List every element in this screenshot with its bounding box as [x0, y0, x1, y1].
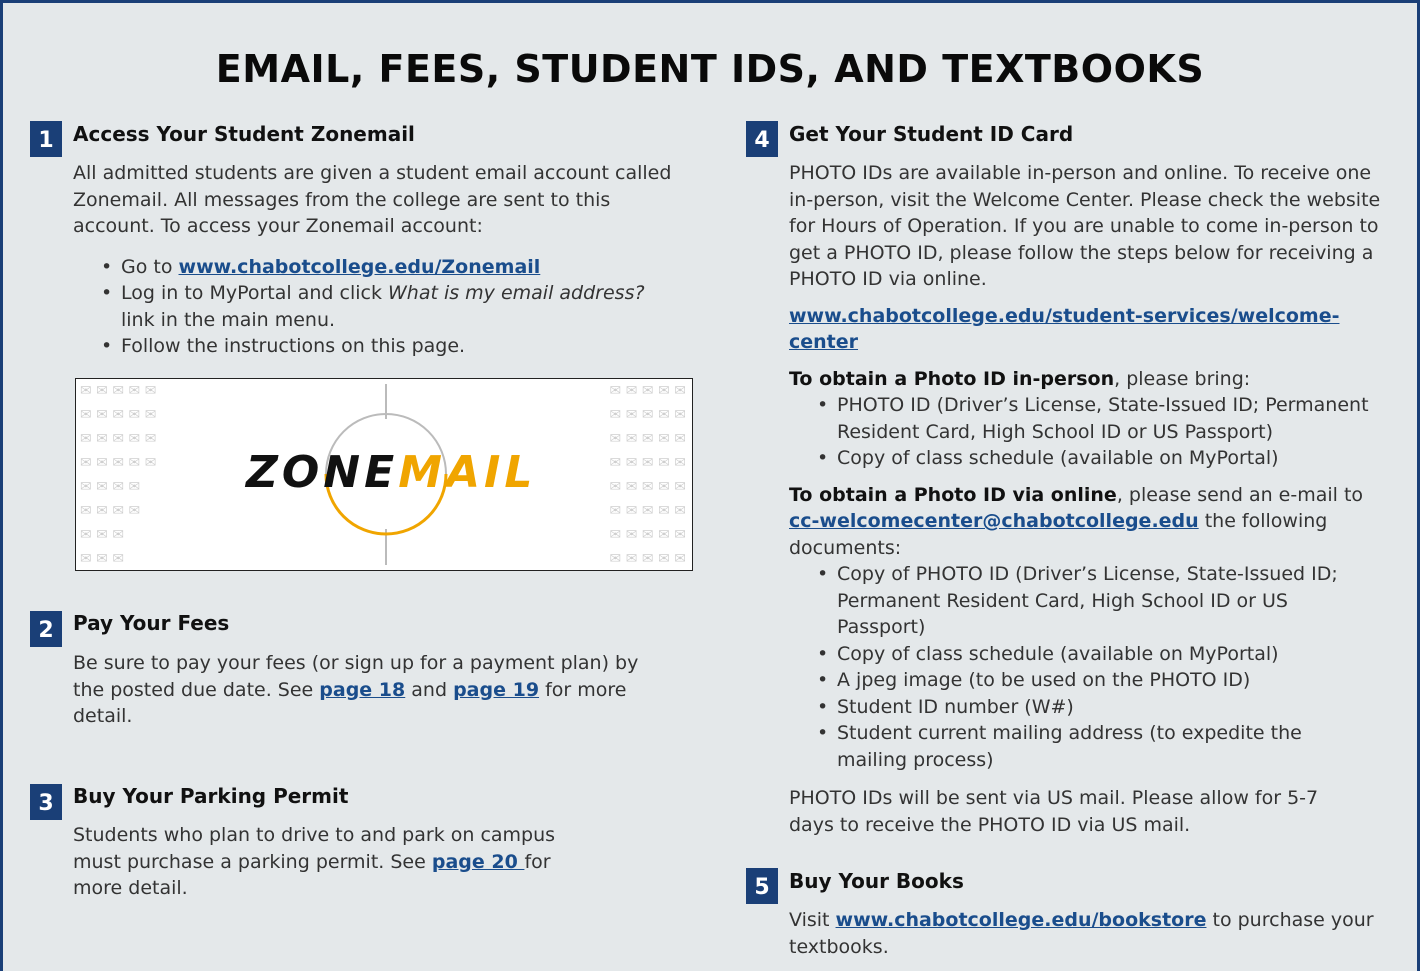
- section-heading-student-id: Get Your Student ID Card: [789, 122, 1074, 146]
- zonemail-link[interactable]: www.chabotcollege.edu/Zonemail: [179, 256, 541, 278]
- zonemail-intro: All admitted students are given a studen…: [73, 162, 672, 237]
- delivery-note: PHOTO IDs will be sent via US mail. Plea…: [789, 787, 1319, 836]
- list-item: Copy of class schedule (available on MyP…: [815, 445, 1389, 472]
- welcome-center-link[interactable]: www.chabotcollege.edu/student-services/w…: [789, 305, 1340, 354]
- section-body-parking: Students who plan to drive to and park o…: [73, 824, 556, 899]
- email-pattern-right: ✉ ✉ ✉ ✉ ✉ ✉ ✉ ✉ ✉ ✉ ✉ ✉ ✉ ✉ ✉ ✉ ✉ ✉ ✉ ✉ …: [609, 383, 686, 567]
- inperson-requirements-list: PHOTO ID (Driver’s License, State-Issued…: [815, 392, 1389, 472]
- list-item: PHOTO ID (Driver’s License, State-Issued…: [815, 392, 1389, 445]
- welcome-center-email-link[interactable]: cc-welcomecenter@chabotcollege.edu: [789, 510, 1199, 532]
- list-item: Student ID number (W#): [815, 694, 1355, 721]
- section-body-books: Visit www.chabotcollege.edu/bookstore to…: [789, 909, 1374, 958]
- page-20-link[interactable]: page 20: [432, 851, 525, 873]
- online-requirements-list: Copy of PHOTO ID (Driver’s License, Stat…: [815, 561, 1355, 773]
- list-item: Student current mailing address (to expe…: [815, 720, 1355, 773]
- student-id-intro: PHOTO IDs are available in-person and on…: [789, 162, 1381, 290]
- list-item: Copy of PHOTO ID (Driver’s License, Stat…: [815, 561, 1355, 641]
- section-heading-books: Buy Your Books: [789, 869, 964, 893]
- step-number-5: 5: [746, 868, 778, 904]
- section-body-student-id: PHOTO IDs are available in-person and on…: [789, 160, 1389, 838]
- page-19-link[interactable]: page 19: [453, 679, 539, 701]
- bookstore-link[interactable]: www.chabotcollege.edu/bookstore: [836, 909, 1207, 931]
- section-heading-zonemail: Access Your Student Zonemail: [73, 122, 415, 146]
- section-body-zonemail: All admitted students are given a studen…: [73, 160, 673, 360]
- section-body-fees: Be sure to pay your fees (or sign up for…: [73, 652, 639, 727]
- step-number-3: 3: [30, 784, 62, 820]
- page-frame: EMAIL, FEES, STUDENT IDS, AND TEXTBOOKS …: [0, 0, 1420, 971]
- email-pattern-left: ✉ ✉ ✉ ✉ ✉ ✉ ✉ ✉ ✉ ✉ ✉ ✉ ✉ ✉ ✉ ✉ ✉ ✉ ✉ ✉ …: [80, 383, 157, 567]
- zonemail-logo-image: ✉ ✉ ✉ ✉ ✉ ✉ ✉ ✉ ✉ ✉ ✉ ✉ ✉ ✉ ✉ ✉ ✉ ✉ ✉ ✉ …: [75, 378, 693, 571]
- section-heading-fees: Pay Your Fees: [73, 611, 230, 635]
- page-title: EMAIL, FEES, STUDENT IDS, AND TEXTBOOKS: [215, 47, 1205, 91]
- list-item: A jpeg image (to be used on the PHOTO ID…: [815, 667, 1355, 694]
- step-number-2: 2: [30, 611, 62, 647]
- list-item: Go to www.chabotcollege.edu/Zonemail: [99, 254, 673, 281]
- list-item: Follow the instructions on this page.: [99, 333, 673, 360]
- list-item: Log in to MyPortal and click What is my …: [99, 280, 673, 333]
- section-heading-parking: Buy Your Parking Permit: [73, 784, 349, 808]
- page-18-link[interactable]: page 18: [319, 679, 405, 701]
- list-item: Copy of class schedule (available on MyP…: [815, 641, 1355, 668]
- zonemail-steps-list: Go to www.chabotcollege.edu/Zonemail Log…: [99, 254, 673, 360]
- zonemail-wordmark: ZONEMAIL: [246, 447, 537, 498]
- step-number-4: 4: [746, 121, 778, 157]
- step-number-1: 1: [30, 121, 62, 157]
